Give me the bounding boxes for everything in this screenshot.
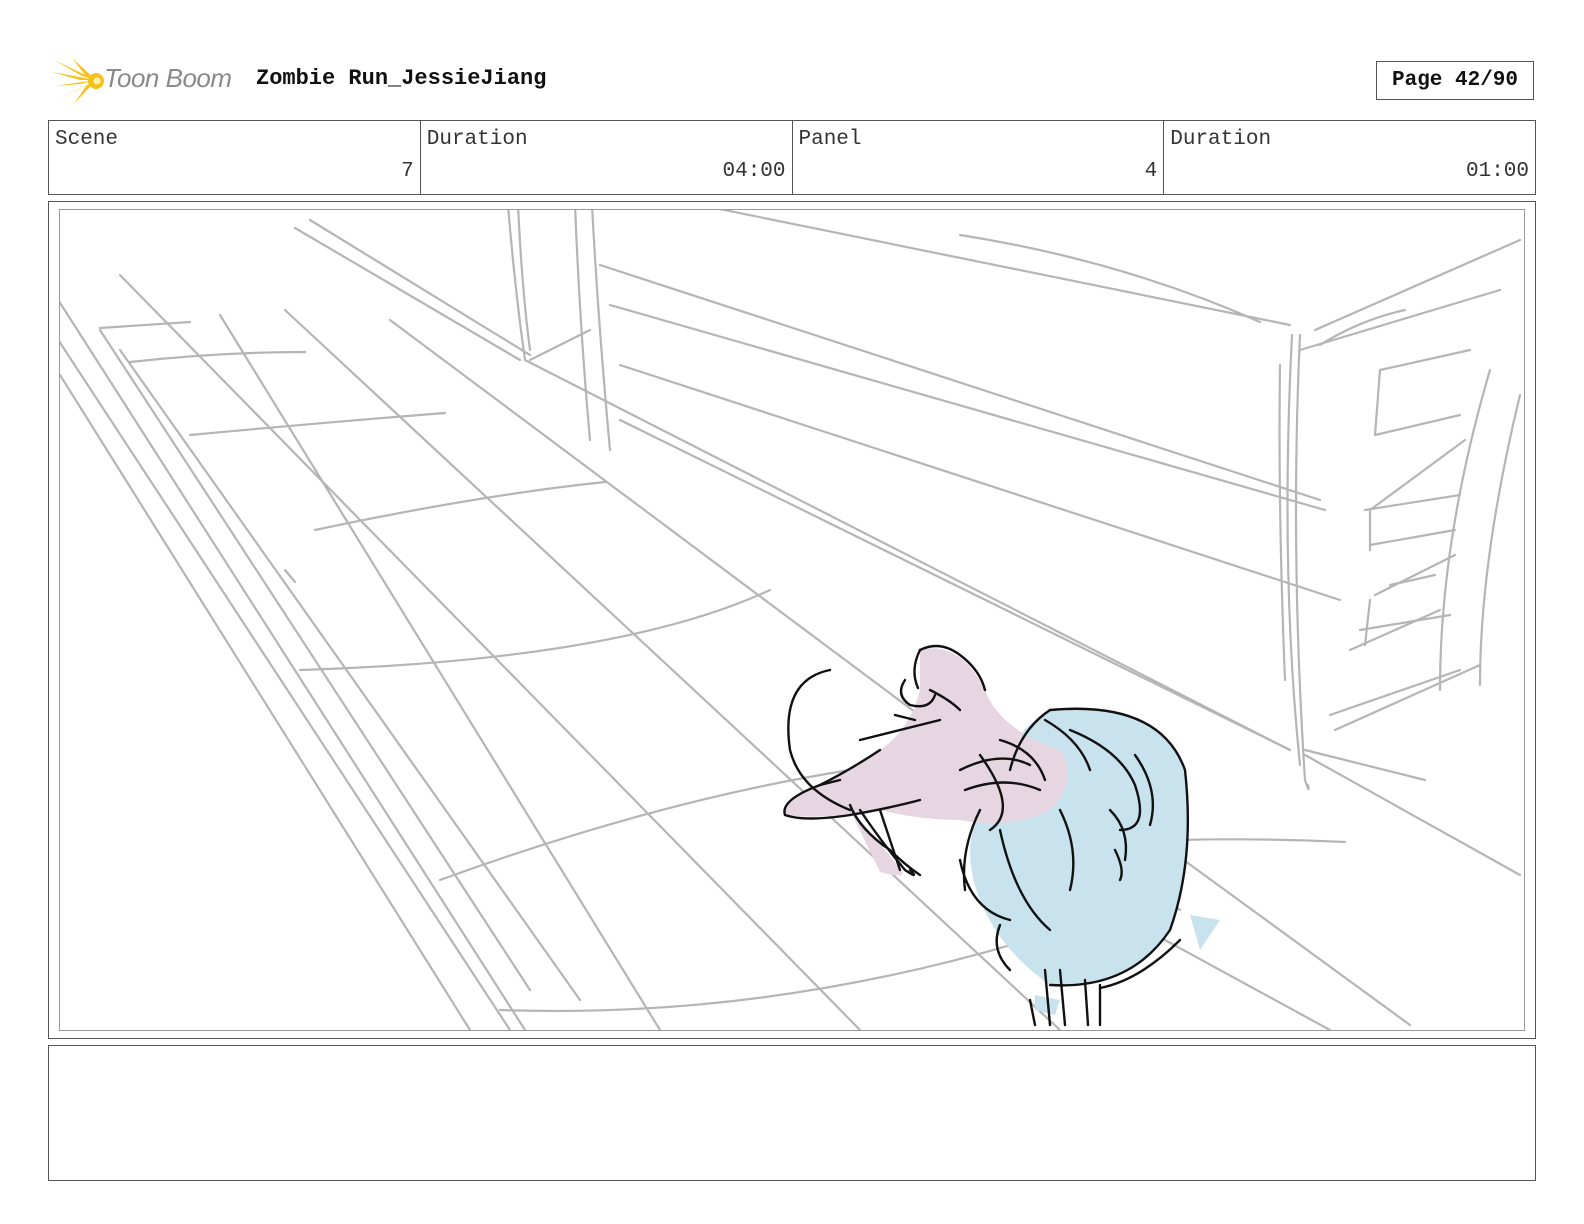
document-title: Zombie Run_JessieJiang (256, 66, 547, 91)
page-counter: Page 42/90 (1376, 61, 1534, 100)
storyboard-panel-image (59, 209, 1525, 1031)
panel-duration-label: Duration (1170, 128, 1272, 151)
panel-notes-box (48, 1045, 1536, 1181)
panel-duration-cell: Duration 01:00 (1164, 121, 1535, 194)
scene-cell: Scene 7 (49, 121, 421, 194)
panel-info-row: Scene 7 Duration 04:00 Panel 4 Duration … (48, 120, 1536, 195)
scene-duration-label: Duration (426, 128, 528, 151)
scene-duration-value: 04:00 (722, 160, 786, 183)
scene-label: Scene (55, 128, 119, 151)
panel-duration-value: 01:00 (1465, 160, 1529, 183)
scene-value: 7 (401, 160, 414, 183)
panel-value: 4 (1144, 160, 1158, 183)
panel-cell: Panel 4 (793, 121, 1165, 194)
panel-label: Panel (798, 128, 862, 151)
background-sketch-lines (60, 210, 1522, 1030)
scene-duration-cell: Duration 04:00 (421, 121, 793, 194)
logo-text: Toon Boom (104, 63, 232, 93)
storyboard-panel-frame (48, 201, 1536, 1039)
burst-icon (52, 58, 104, 104)
storyboard-sketch (60, 210, 1522, 1030)
